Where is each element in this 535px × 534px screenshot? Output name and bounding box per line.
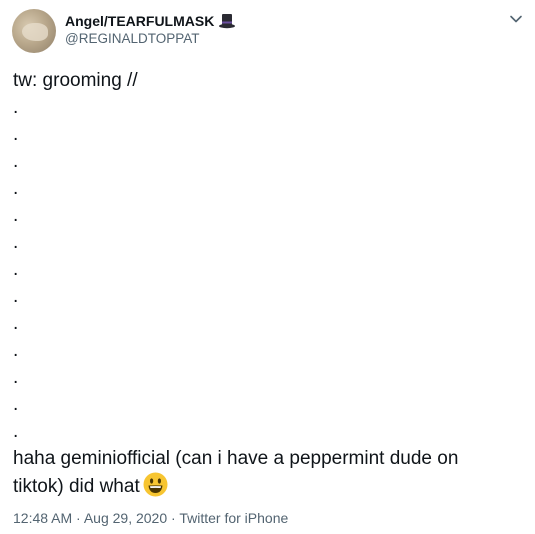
dot-line: . <box>13 232 19 253</box>
tweet-body-line-2-text: tiktok) did what <box>13 476 140 497</box>
author-name-row[interactable]: Angel/TEARFULMASK <box>65 12 236 30</box>
dot-line: . <box>13 151 19 172</box>
tweet-body-line-2: tiktok) did what <box>13 472 513 500</box>
dot-line: . <box>13 286 19 307</box>
tweet-meta: 12:48 AM · Aug 29, 2020 · Twitter for iP… <box>13 510 288 526</box>
tweet-body-line-1: haha geminiofficial (can i have a pepper… <box>13 448 459 469</box>
display-name[interactable]: Angel/TEARFULMASK <box>65 13 214 29</box>
tweet-first-line: tw: grooming // <box>13 70 138 91</box>
dot-line: . <box>13 340 19 361</box>
tweet-text: tw: grooming // . . . . . . . . . . . . … <box>13 67 513 500</box>
dot-line: . <box>13 367 19 388</box>
dot-line: . <box>13 205 19 226</box>
dot-line: . <box>13 97 19 118</box>
avatar[interactable] <box>12 9 56 53</box>
meta-separator: · <box>72 510 84 526</box>
meta-separator: · <box>167 510 180 526</box>
user-handle[interactable]: @REGINALDTOPPAT <box>65 31 199 46</box>
chevron-down-icon[interactable] <box>509 12 523 26</box>
dot-line: . <box>13 178 19 199</box>
dot-line: . <box>13 394 19 415</box>
dot-line: . <box>13 259 19 280</box>
dot-line: . <box>13 313 19 334</box>
smiling-face-icon <box>143 472 168 497</box>
tweet-time[interactable]: 12:48 AM <box>13 510 72 526</box>
dot-line: . <box>13 124 19 145</box>
tweet-date[interactable]: Aug 29, 2020 <box>84 510 167 526</box>
avatar-image <box>22 23 48 41</box>
dot-line: . <box>13 421 19 442</box>
top-hat-icon <box>218 12 236 30</box>
tweet-source[interactable]: Twitter for iPhone <box>179 510 288 526</box>
